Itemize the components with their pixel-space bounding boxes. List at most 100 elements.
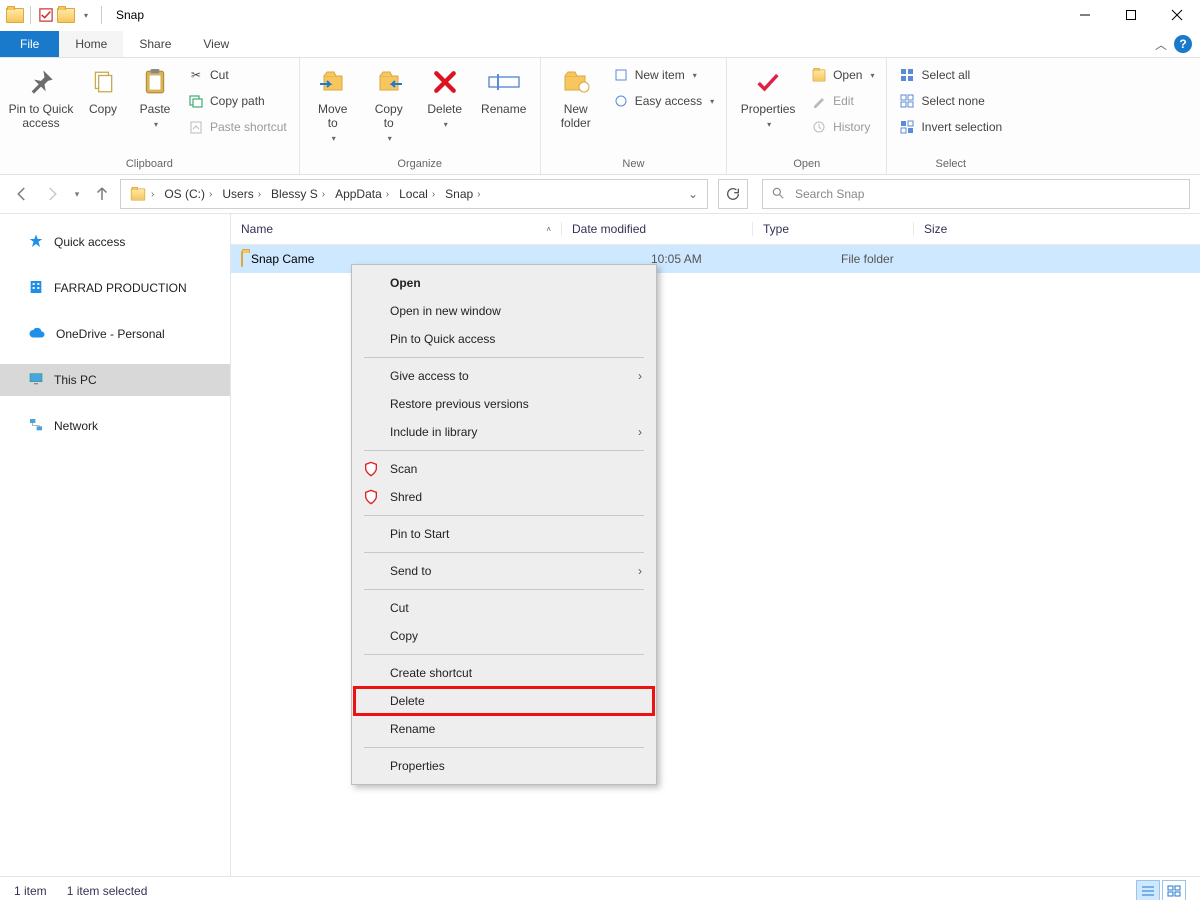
ctx-create-shortcut[interactable]: Create shortcut <box>354 659 654 687</box>
file-row-0-name: Snap Came <box>251 252 314 266</box>
edit-button[interactable]: Edit <box>807 90 878 112</box>
new-item-button[interactable]: New item▾ <box>609 64 718 86</box>
delete-label: Delete <box>427 102 462 116</box>
easy-access-icon <box>613 93 629 109</box>
group-clipboard-label: Clipboard <box>8 158 291 172</box>
close-button[interactable] <box>1154 0 1200 30</box>
sidebar-farrad[interactable]: FARRAD PRODUCTION <box>0 272 230 304</box>
ctx-cut[interactable]: Cut <box>354 594 654 622</box>
ctx-open-new-window[interactable]: Open in new window <box>354 297 654 325</box>
pin-quick-access-button[interactable]: Pin to Quick access <box>8 62 74 130</box>
sidebar-onedrive[interactable]: OneDrive - Personal <box>0 318 230 350</box>
paste-shortcut-icon <box>188 119 204 135</box>
sidebar-quick-access[interactable]: Quick access <box>0 226 230 258</box>
thumbnails-view-button[interactable] <box>1162 880 1186 900</box>
tab-home[interactable]: Home <box>59 31 123 57</box>
search-input[interactable] <box>793 186 1181 202</box>
tab-home-label: Home <box>75 37 107 51</box>
breadcrumb-seg-0[interactable]: OS (C:)› <box>160 180 216 208</box>
ctx-rename[interactable]: Rename <box>354 715 654 743</box>
ctx-pin-quick-access[interactable]: Pin to Quick access <box>354 325 654 353</box>
breadcrumb-seg-3-label: AppData <box>335 187 382 201</box>
recent-locations-button[interactable]: ▾ <box>70 182 84 206</box>
ctx-give-access[interactable]: Give access to› <box>354 362 654 390</box>
column-date[interactable]: Date modified <box>561 222 752 236</box>
chevron-right-icon: › <box>638 369 642 383</box>
paste-shortcut-button[interactable]: Paste shortcut <box>184 116 291 138</box>
sidebar-quick-access-label: Quick access <box>54 235 125 249</box>
scissors-icon: ✂ <box>188 67 204 83</box>
sidebar-this-pc-label: This PC <box>54 373 97 387</box>
open-button[interactable]: Open▾ <box>807 64 878 86</box>
ctx-sep <box>364 357 644 358</box>
address-bar[interactable]: › OS (C:)› Users› Blessy S› AppData› Loc… <box>120 179 708 209</box>
paste-button[interactable]: Paste ▾ <box>132 62 178 129</box>
copy-button[interactable]: Copy <box>80 62 126 116</box>
column-name[interactable]: Name˄ <box>231 222 561 236</box>
group-open-label: Open <box>735 158 878 172</box>
qat-dropdown-icon[interactable]: ▾ <box>77 6 95 24</box>
refresh-button[interactable] <box>718 179 748 209</box>
copy-path-button[interactable]: Copy path <box>184 90 291 112</box>
ctx-copy[interactable]: Copy <box>354 622 654 650</box>
breadcrumb-seg-5[interactable]: Snap› <box>441 180 484 208</box>
up-button[interactable] <box>90 182 114 206</box>
sort-caret-icon: ˄ <box>536 225 551 234</box>
move-to-button[interactable]: Move to▾ <box>308 62 358 143</box>
pin-icon <box>25 66 57 98</box>
properties-button[interactable]: Properties▾ <box>735 62 801 129</box>
new-item-label: New item <box>635 68 685 82</box>
ctx-properties[interactable]: Properties <box>354 752 654 780</box>
breadcrumb-seg-2[interactable]: Blessy S› <box>267 180 329 208</box>
ctx-include-library[interactable]: Include in library› <box>354 418 654 446</box>
breadcrumb-root-icon[interactable]: › <box>125 180 158 208</box>
column-type[interactable]: Type <box>752 222 913 236</box>
ctx-send-to[interactable]: Send to› <box>354 557 654 585</box>
history-button[interactable]: History <box>807 116 878 138</box>
folder-icon <box>241 252 243 266</box>
breadcrumb-seg-4-label: Local <box>399 187 428 201</box>
help-icon[interactable]: ? <box>1174 35 1192 53</box>
copy-to-button[interactable]: Copy to▾ <box>364 62 414 143</box>
details-view-button[interactable] <box>1136 880 1160 900</box>
cut-button[interactable]: ✂Cut <box>184 64 291 86</box>
open-label: Open <box>833 68 862 82</box>
rename-button[interactable]: Rename <box>476 62 532 116</box>
new-folder-button[interactable]: New folder <box>549 62 603 130</box>
sidebar-this-pc[interactable]: This PC <box>0 364 230 396</box>
delete-button[interactable]: Delete▾ <box>420 62 470 129</box>
ctx-pin-start[interactable]: Pin to Start <box>354 520 654 548</box>
ctx-create-shortcut-label: Create shortcut <box>390 666 472 680</box>
ctx-delete[interactable]: Delete <box>354 687 654 715</box>
select-none-button[interactable]: Select none <box>895 90 1006 112</box>
column-size[interactable]: Size <box>913 222 1024 236</box>
ctx-scan[interactable]: Scan <box>354 455 654 483</box>
ctx-open[interactable]: Open <box>354 269 654 297</box>
back-button[interactable] <box>10 182 34 206</box>
breadcrumb-seg-3[interactable]: AppData› <box>331 180 393 208</box>
maximize-button[interactable] <box>1108 0 1154 30</box>
forward-button[interactable] <box>40 182 64 206</box>
ctx-shred[interactable]: Shred <box>354 483 654 511</box>
qat-folder-icon[interactable] <box>57 6 75 24</box>
ctx-restore-versions[interactable]: Restore previous versions <box>354 390 654 418</box>
address-dropdown-icon[interactable]: ⌄ <box>683 187 703 201</box>
tab-share[interactable]: Share <box>123 31 187 57</box>
select-all-button[interactable]: Select all <box>895 64 1006 86</box>
paste-shortcut-label: Paste shortcut <box>210 120 287 134</box>
search-box[interactable] <box>762 179 1190 209</box>
copy-icon <box>87 66 119 98</box>
invert-selection-button[interactable]: Invert selection <box>895 116 1006 138</box>
collapse-ribbon-icon[interactable]: ︿ <box>1148 31 1174 57</box>
invert-label: Invert selection <box>921 120 1002 134</box>
tab-view[interactable]: View <box>187 31 245 57</box>
chevron-right-icon: › <box>638 564 642 578</box>
sidebar-network[interactable]: Network <box>0 410 230 442</box>
breadcrumb-seg-4[interactable]: Local› <box>395 180 439 208</box>
easy-access-button[interactable]: Easy access▾ <box>609 90 718 112</box>
breadcrumb-seg-0-label: OS (C:) <box>164 187 205 201</box>
breadcrumb-seg-1[interactable]: Users› <box>218 180 265 208</box>
tab-file[interactable]: File <box>0 31 59 57</box>
qat-properties-icon[interactable] <box>37 6 55 24</box>
minimize-button[interactable] <box>1062 0 1108 30</box>
